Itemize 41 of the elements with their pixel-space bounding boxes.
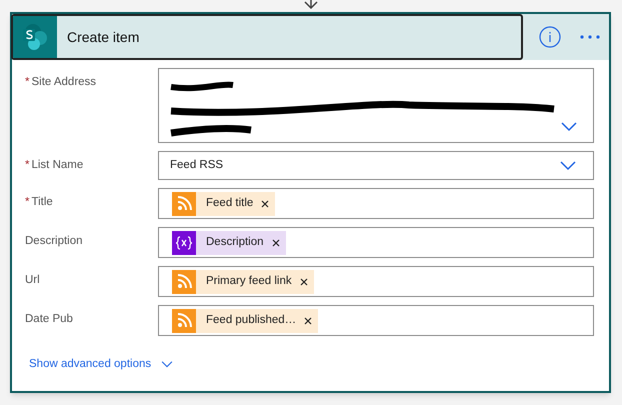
list-name-dropdown[interactable]: Feed RSS (158, 151, 594, 180)
token-label: Feed published… (206, 312, 296, 328)
required-mark: * (25, 75, 30, 90)
input-field[interactable]: Feed title (158, 188, 594, 219)
token-label: Feed title (206, 196, 254, 211)
chevron-down-icon (161, 361, 174, 368)
site-address-field[interactable] (158, 68, 594, 143)
card-title: Create item (67, 28, 140, 46)
token-label: Description (206, 234, 264, 250)
info-icon[interactable] (539, 26, 561, 48)
input-field[interactable]: Primary feed link (158, 266, 594, 297)
remove-icon[interactable] (261, 200, 270, 208)
required-mark: * (25, 158, 30, 173)
dynamic-content-token[interactable]: Feed published… (172, 308, 318, 332)
more-options-icon[interactable] (580, 35, 600, 39)
field-label: Site Address (31, 75, 96, 90)
dynamic-content-token[interactable]: Feed title (172, 192, 276, 216)
show-advanced-options-link[interactable]: Show advanced options (29, 356, 152, 374)
remove-icon[interactable] (304, 316, 312, 324)
field-label: List Name (31, 158, 84, 173)
field-label: Date Pub (25, 312, 73, 327)
input-field[interactable]: Description (158, 227, 594, 258)
dynamic-content-token[interactable]: Description (172, 230, 286, 254)
field-label: Url (25, 273, 40, 288)
rss-icon (172, 192, 196, 216)
chevron-down-icon (561, 122, 577, 132)
rss-icon (172, 308, 196, 332)
dynamic-content-token[interactable]: Primary feed link (172, 270, 314, 294)
required-mark: * (25, 195, 30, 210)
field-label: Description (25, 234, 83, 249)
remove-icon[interactable] (272, 238, 280, 246)
remove-icon[interactable] (300, 278, 308, 286)
rss-icon (172, 270, 196, 294)
chevron-down-icon (560, 160, 576, 170)
header-title-bar[interactable]: Create item (11, 14, 523, 60)
token-label: Primary feed link (206, 274, 292, 289)
dropdown-value: Feed RSS (170, 158, 224, 173)
field-label: Title (31, 195, 53, 210)
variable-icon (172, 230, 196, 254)
connector-arrow-icon (303, 0, 319, 9)
input-field[interactable]: Feed published… (158, 305, 594, 336)
